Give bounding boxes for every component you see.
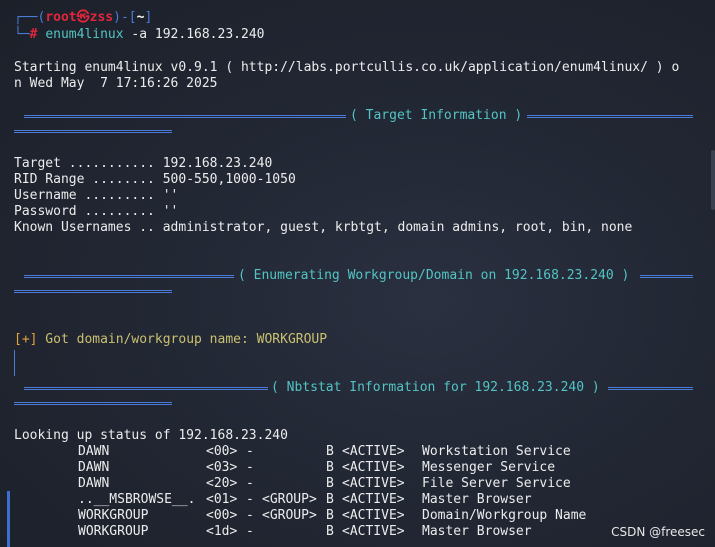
section-rule-left [24,275,234,278]
section-rule-wrap [14,290,172,293]
rid-range-row: RID Range ........ 500-550,1000-1050 [14,172,296,187]
prompt-line: ┌──(root㉿zss)-[~] [14,10,152,26]
startup-line-2: n Wed May 7 17:16:26 2025 [14,76,218,91]
prompt-at-symbol: ㉿ [76,10,90,25]
section-rule-left [24,387,268,390]
section-rule-wrap [14,402,172,405]
terminal-window[interactable]: ┌──(root㉿zss)-[~] └─# enum4linux -a 192.… [0,0,715,547]
selection-marker [7,491,10,547]
workgroup-result: [+] Got domain/workgroup name: WORKGROUP [14,332,327,348]
known-usernames-row: Known Usernames .. administrator, guest,… [14,220,633,235]
prompt-frame-mid: )-[ [113,10,137,25]
text-cursor [14,350,15,376]
section-title-nbtstat: ( Nbtstat Information for 192.168.23.240… [271,380,600,395]
target-row: Target ........... 192.168.23.240 [14,156,273,171]
section-title-workgroup: ( Enumerating Workgroup/Domain on 192.16… [238,268,630,283]
section-rule-right [640,275,693,278]
startup-line-1: Starting enum4linux v0.9.1 ( http://labs… [14,60,680,75]
section-rule-right [527,115,693,118]
username-row: Username ......... '' [14,188,179,203]
watermark: CSDN @freesec [611,525,705,539]
command-line[interactable]: └─# enum4linux -a 192.168.23.240 [14,27,264,43]
prompt-frame: ┌──( [14,10,46,25]
prompt-host: zss [89,10,114,25]
section-rule-left [24,115,346,118]
command-args: -a 192.168.23.240 [123,27,265,42]
command-name: enum4linux [45,27,124,42]
password-row: Password ......... '' [14,204,179,219]
result-text: Got domain/workgroup name: WORKGROUP [37,332,328,347]
section-rule-right [608,387,693,390]
result-tag: [+] [14,332,38,347]
section-title-target-info: ( Target Information ) [350,108,523,123]
section-rule-wrap [14,130,172,133]
scrollbar[interactable] [711,150,715,210]
nbtstat-lookup-line: Looking up status of 192.168.23.240 [14,428,288,443]
prompt-user: root [45,10,77,25]
prompt-frame-end: ] [144,10,153,25]
prompt-frame-bottom: └─ [14,27,30,42]
